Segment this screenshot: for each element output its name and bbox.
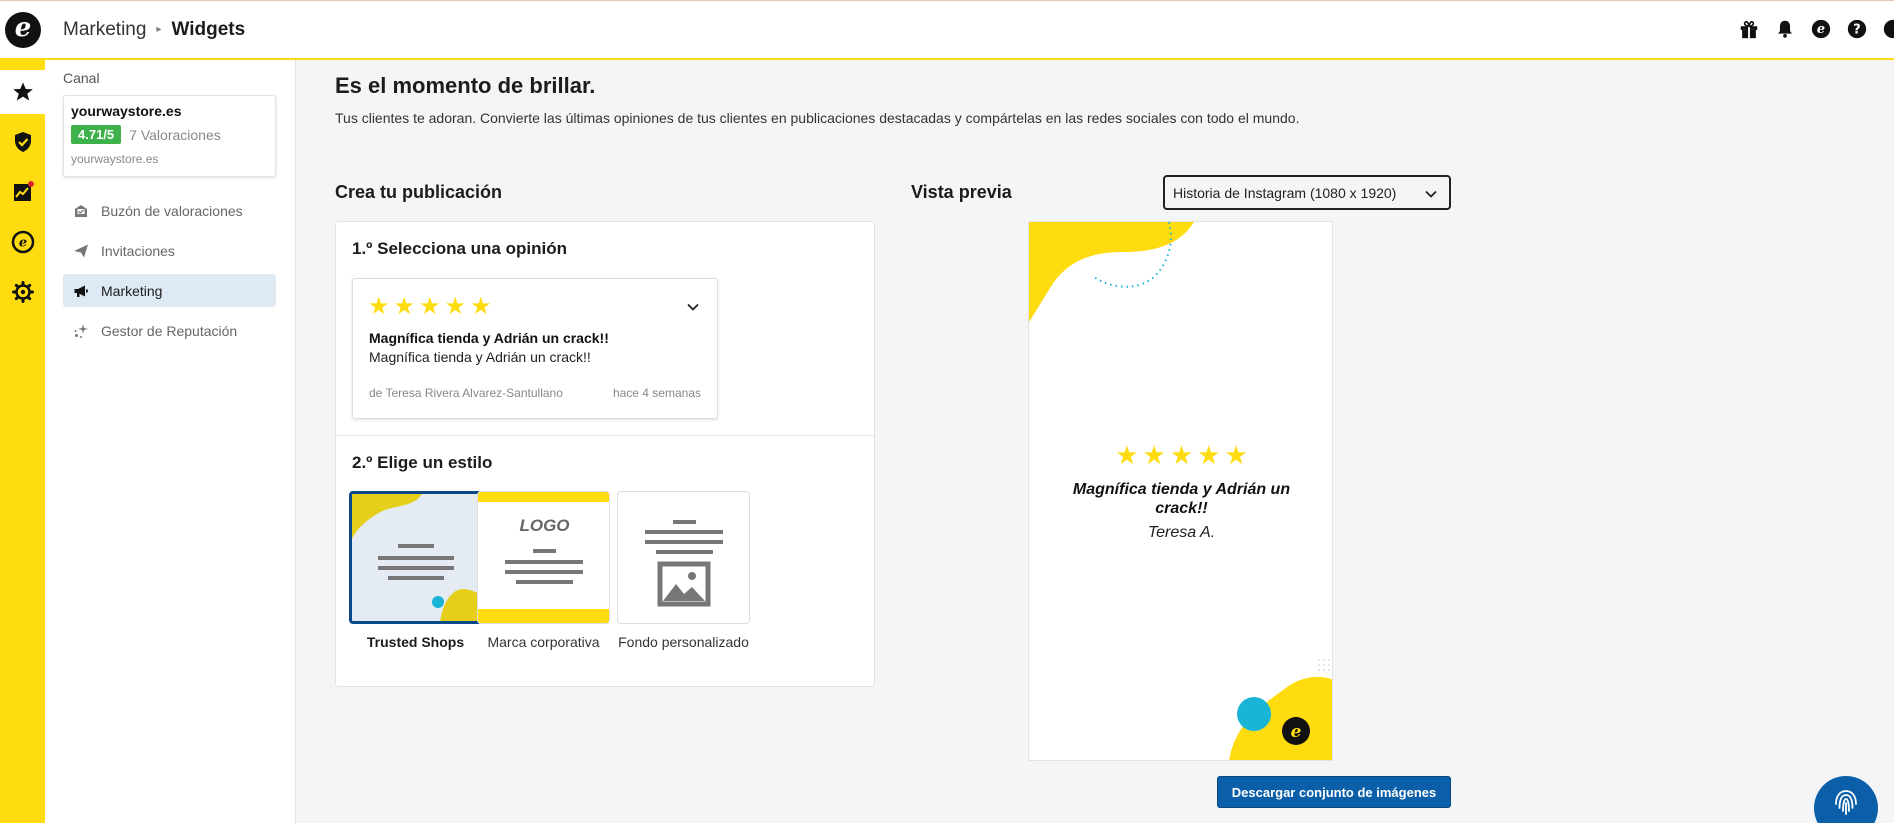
step2-title: 2.º Elige un estilo [352, 453, 493, 472]
sidebar: Canal yourwaystore.es 4.71/5 7 Valoracio… [45, 60, 296, 823]
review-stars: ★ ★ ★ ★ ★ [368, 295, 492, 319]
style-thumb-corporate[interactable]: LOGO [477, 491, 610, 624]
star-icon: ★ [1115, 440, 1139, 470]
sidebar-item-label: Marketing [101, 282, 163, 299]
style-label: Fondo personalizado [618, 634, 749, 650]
rating-badge: 4.71/5 [71, 125, 122, 144]
style-option-corporate[interactable]: LOGO Marca corporativa [477, 491, 610, 651]
shield-check-icon [14, 132, 31, 152]
preview-canvas: e ★ ★ ★ ★ ★ Magnífica tienda y Adrián un… [1028, 221, 1333, 761]
preview-title: Vista previa [911, 182, 1012, 202]
sidebar-item-marketing[interactable]: Marketing [63, 274, 276, 307]
breadcrumb-separator-icon: ▸ [156, 24, 162, 35]
sparkle-icon [74, 323, 88, 338]
style-option-custom-bg[interactable]: Fondo personalizado [617, 491, 750, 651]
sidebar-item-inbox[interactable]: Buzón de valoraciones [63, 194, 276, 227]
preview-review-title: Magnífica tienda y Adrián un crack!! [1072, 481, 1291, 517]
chevron-down-icon [1425, 190, 1437, 198]
rail-trustmark[interactable] [0, 120, 45, 164]
gear-icon [11, 281, 34, 303]
star-icon: ★ [444, 293, 467, 320]
style-thumb-custom-bg[interactable] [617, 491, 750, 624]
sidebar-item-invitations[interactable]: Invitaciones [63, 234, 276, 267]
star-icon: ★ [1224, 440, 1248, 470]
review-selector[interactable]: ★ ★ ★ ★ ★ Magnífica tienda y Adrián un c… [352, 278, 718, 419]
canal-label: Canal [63, 70, 100, 86]
star-icon: ★ [419, 293, 441, 320]
trusted-shops-e-icon[interactable]: e [1810, 18, 1832, 40]
star-icon: ★ [1142, 440, 1166, 470]
chevron-down-icon[interactable] [685, 299, 701, 315]
style-label: Trusted Shops [366, 634, 465, 650]
sidebar-item-label: Buzón de valoraciones [101, 202, 243, 219]
rail-reviews[interactable] [0, 70, 45, 114]
publication-card: 1.º Selecciona una opinión ★ ★ ★ ★ ★ Mag… [335, 221, 875, 687]
image-placeholder-icon [645, 520, 723, 607]
step1-title: 1.º Selecciona una opinión [352, 239, 567, 258]
help-icon[interactable]: ? [1846, 18, 1868, 40]
star-icon: ★ [1197, 440, 1221, 470]
preview-stars: ★ ★ ★ ★ ★ [1029, 440, 1332, 470]
breadcrumb-current: Widgets [171, 18, 246, 40]
fingerprint-button[interactable] [1814, 776, 1878, 823]
trusted-shops-style-illustration [352, 494, 479, 621]
star-icon: ★ [368, 293, 390, 320]
style-option-trusted-shops[interactable]: Trusted Shops [349, 491, 482, 651]
sidebar-nav: Buzón de valoraciones Invitaciones Marke… [63, 194, 276, 354]
fingerprint-icon [1835, 790, 1857, 815]
channel-selector[interactable]: yourwaystore.es 4.71/5 7 Valoraciones yo… [63, 95, 276, 177]
sidebar-item-label: Invitaciones [101, 242, 175, 259]
style-thumb-trusted-shops[interactable] [349, 491, 482, 624]
star-icon: ★ [1169, 440, 1194, 470]
gift-icon[interactable] [1738, 18, 1760, 40]
send-icon [74, 244, 88, 257]
download-images-button[interactable]: Descargar conjunto de imágenes [1217, 776, 1451, 808]
breadcrumb-parent[interactable]: Marketing [63, 19, 146, 41]
text-lines-illustration [505, 549, 583, 584]
svg-text:?: ? [1853, 23, 1860, 38]
svg-text:e: e [1291, 722, 1302, 742]
bell-icon[interactable] [1774, 18, 1796, 40]
shop-domain: yourwaystore.es [71, 152, 159, 166]
breadcrumb: Marketing ▸ Widgets [63, 19, 245, 41]
trusted-shops-logo[interactable]: e [5, 11, 41, 48]
review-title: Magnífica tienda y Adrián un crack!! [369, 330, 609, 346]
shop-name: yourwaystore.es [71, 103, 182, 119]
review-author: de Teresa Rivera Alvarez-Santullano [369, 386, 563, 400]
svg-text:e: e [18, 236, 26, 251]
inbox-icon [75, 204, 87, 217]
format-select-value: Historia de Instagram (1080 x 1920) [1173, 184, 1397, 201]
sidebar-item-reputation[interactable]: Gestor de Reputación [63, 314, 276, 347]
trusted-shops-e-icon: e [11, 230, 34, 254]
preview-author: Teresa A. [1147, 524, 1216, 541]
main-nav-rail: e [0, 60, 45, 823]
style-label: Marca corporativa [487, 634, 600, 650]
page-title: Es el momento de brillar. [335, 73, 596, 98]
star-icon: ★ [470, 293, 492, 320]
star-icon [12, 82, 33, 101]
format-select[interactable]: Historia de Instagram (1080 x 1920) [1163, 175, 1451, 210]
megaphone-icon [74, 285, 88, 297]
sidebar-item-label: Gestor de Reputación [101, 322, 238, 339]
rail-settings[interactable] [0, 270, 45, 314]
create-section-title: Crea tu publicación [335, 182, 503, 202]
review-text: Magnífica tienda y Adrián un crack!! [369, 349, 591, 365]
star-icon: ★ [393, 293, 416, 320]
review-date: hace 4 semanas [612, 386, 701, 400]
top-header: e Marketing ▸ Widgets e ? [0, 0, 1894, 60]
rail-trusted-shops[interactable]: e [0, 220, 45, 264]
chart-icon [13, 181, 34, 201]
user-avatar-icon[interactable] [1882, 18, 1894, 40]
svg-text:e: e [1817, 22, 1825, 37]
divider [336, 435, 874, 436]
page-subtitle: Tus clientes te adoran. Convierte las úl… [335, 110, 1300, 126]
reviews-count: 7 Valoraciones [129, 126, 221, 143]
rail-analytics[interactable] [0, 170, 45, 214]
